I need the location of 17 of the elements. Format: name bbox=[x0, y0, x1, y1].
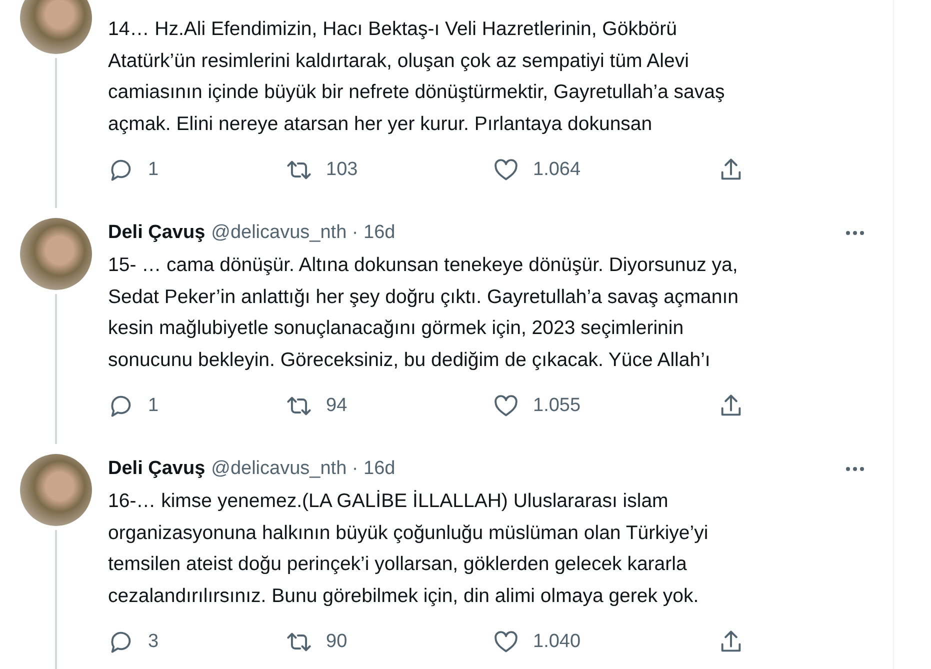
avatar-photo[interactable] bbox=[20, 0, 92, 54]
retweet-count: 94 bbox=[326, 394, 348, 418]
retweet-count: 90 bbox=[326, 630, 348, 654]
like-count: 1.064 bbox=[533, 158, 581, 182]
reply-count: 1 bbox=[148, 394, 159, 418]
user-name[interactable]: Deli Çavuş bbox=[108, 454, 206, 484]
user-name[interactable]: Deli Çavuş bbox=[108, 218, 206, 248]
tweet-text: 16-… kimse yenemez.(LA GALİBE İLLALLAH) Uluslararası islam organizasyonuna halkının büyük çoğunluğu müslüman olan Türkiye’yi temsilen ateist doğu perinçek’i yollarsan, göklerden gelecek kararla cezalandırılırsınız. Bunu görebilmek için, din alimi olmaya gerek yok. bbox=[108, 489, 710, 608]
tweet-text: 14… Hz.Ali Efendimizin, Hacı Bektaş-ı Veli Hazretlerinin, Gökbörü Atatürk’ün resimlerini kaldırtarak, oluşan çok az sempatiyi tüm Alevi camiasının içinde büyük bir nefrete dönüştürmektir, Gayretullah’a savaş açmak. Elini nereye atarsan her yer kurur. Pırlantaya dokunsan bbox=[108, 17, 726, 136]
like-count: 1.040 bbox=[533, 630, 581, 654]
user-handle-time: @delicavus_nth · 16d bbox=[211, 456, 396, 481]
reply-count: 1 bbox=[148, 158, 159, 182]
like-count: 1.055 bbox=[533, 394, 581, 418]
tweet-text: 15- … cama dönüşür. Altına dokunsan tenekeye dönüşür. Diyorsunuz ya, Sedat Peker’in anlattığı her şey doğru çıktı. Gayretullah’a savaş açmanın kesin mağlubiyetle sonuçlanacağını görmek için, 2023 seçimlerinin sonucunu bekleyin. Göreceksiniz, bu dediğim de çıkacak. Yüce Allah’ı bbox=[108, 253, 740, 372]
reply-count: 3 bbox=[148, 630, 159, 654]
retweet-count: 103 bbox=[326, 158, 358, 182]
user-handle-time: @delicavus_nth · 16d bbox=[211, 220, 396, 245]
